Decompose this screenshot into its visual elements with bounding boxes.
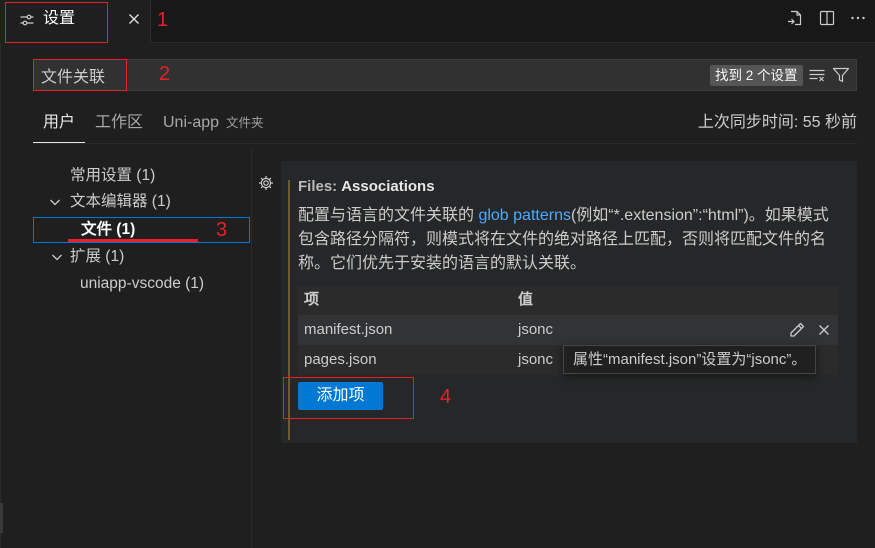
chevron-down-icon[interactable] <box>49 249 65 265</box>
add-item-button[interactable]: 添加项 <box>298 382 383 410</box>
split-editor-icon[interactable] <box>818 9 836 27</box>
tab-workspace-label: 工作区 <box>94 114 143 131</box>
left-edge-border <box>0 43 1 548</box>
open-settings-json-icon[interactable] <box>786 9 804 27</box>
setting-name: Associations <box>341 178 435 195</box>
chevron-down-icon[interactable] <box>47 194 63 210</box>
toc-sash[interactable] <box>251 148 252 548</box>
tab-folder-label: Uni-app <box>163 114 220 131</box>
table-row[interactable]: manifest.json jsonc <box>298 315 838 345</box>
glob-patterns-link[interactable]: glob patterns <box>478 207 571 224</box>
edit-pencil-icon[interactable] <box>788 321 806 339</box>
left-scroll-indicator[interactable] <box>0 503 3 533</box>
settings-editor-tab[interactable]: 设置 <box>0 0 151 43</box>
search-input[interactable] <box>41 64 701 86</box>
setting-description: 配置与语言的文件关联的 glob patterns(例如“*.extension… <box>298 204 840 276</box>
toc-item-uniapp-vscode[interactable]: uniapp-vscode (1) <box>80 274 204 294</box>
tab-folder-suffix: 文件夹 <box>226 116 264 130</box>
row-value: jsonc <box>518 351 554 368</box>
description-text: 配置与语言的文件关联的 <box>298 207 479 224</box>
toc-item-extensions[interactable]: 扩展 (1) <box>70 247 124 267</box>
gear-icon[interactable] <box>258 175 274 191</box>
tab-workspace[interactable]: 工作区 <box>85 103 153 143</box>
search-result-count-badge: 找到 2 个设置 <box>710 65 803 86</box>
row-key: pages.json <box>304 351 377 368</box>
modified-indicator <box>288 180 290 440</box>
clear-filter-icon[interactable] <box>808 66 826 84</box>
row-tooltip: 属性“manifest.json”设置为“jsonc”。 <box>563 345 817 374</box>
tab-title: 设置 <box>43 10 76 27</box>
tab-folder-uni-app[interactable]: Uni-app 文件夹 <box>153 103 274 143</box>
settings-search-box: 找到 2 个设置 <box>33 59 857 91</box>
toc-item-commonly-used[interactable]: 常用设置 (1) <box>70 166 155 186</box>
row-key: manifest.json <box>304 321 393 338</box>
setting-category: Files: <box>298 178 338 195</box>
scope-tabs-divider <box>33 143 857 144</box>
row-value: jsonc <box>518 321 554 338</box>
table-header: 项 值 <box>298 286 838 315</box>
sync-status: 上次同步时间: 55 秒前 <box>697 114 857 131</box>
filter-icon[interactable] <box>832 66 850 84</box>
setting-title: Files: Associations <box>298 177 435 197</box>
more-actions-icon[interactable] <box>849 9 867 27</box>
column-header-value: 值 <box>518 291 534 308</box>
toc-item-text-editor[interactable]: 文本编辑器 (1) <box>70 192 171 212</box>
tab-user[interactable]: 用户 <box>33 103 85 143</box>
settings-sliders-icon <box>19 12 35 28</box>
column-header-key: 项 <box>304 291 320 308</box>
tab-user-label: 用户 <box>42 114 75 131</box>
close-icon[interactable] <box>126 11 142 27</box>
toc-item-files[interactable]: 文件 (1) <box>81 220 135 240</box>
remove-item-close-icon[interactable] <box>816 322 832 338</box>
annotation-underline-toc <box>68 239 198 242</box>
